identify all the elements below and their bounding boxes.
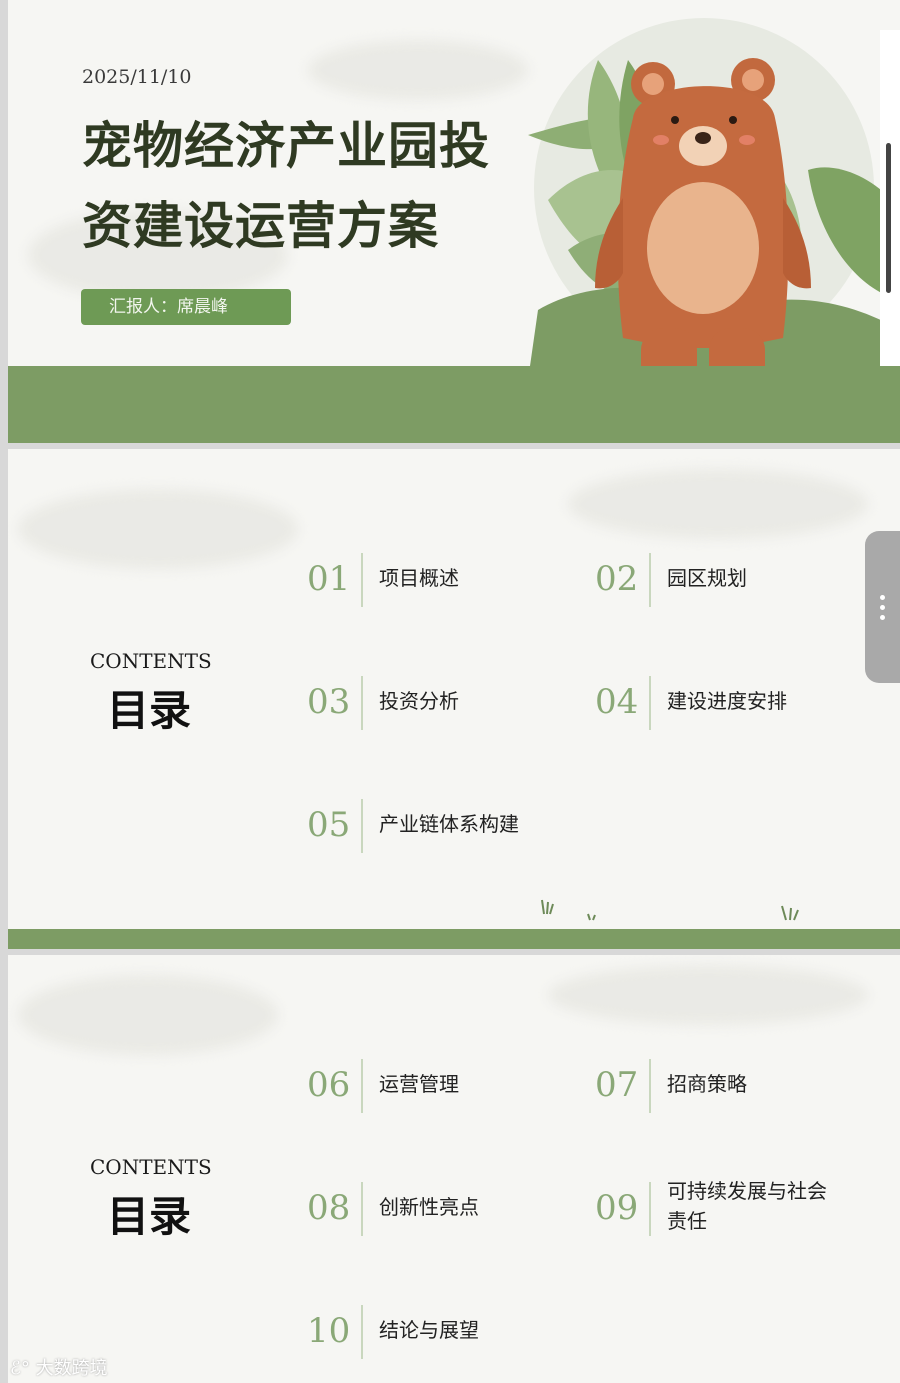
divider <box>361 676 363 730</box>
contents-label: CONTENTS <box>90 649 212 673</box>
toc-item-number: 08 <box>307 1188 351 1228</box>
contents-label: CONTENTS <box>90 1155 212 1179</box>
watermark-text: 大数跨境 <box>35 1358 108 1379</box>
toc-item-label: 园区规划 <box>667 566 747 590</box>
watermark: ℰ° 大数跨境 <box>10 1354 108 1380</box>
toc-item-label: 项目概述 <box>379 566 459 590</box>
toc-item-number: 02 <box>595 559 639 599</box>
green-ground-band <box>8 929 900 949</box>
toc-item-number: 06 <box>307 1065 351 1105</box>
mist-decoration <box>568 469 868 539</box>
more-vertical-icon[interactable] <box>865 531 900 683</box>
divider <box>649 553 651 607</box>
bear-illustration <box>595 58 811 403</box>
toc-slide-2: CONTENTS 目录 06 运营管理 07 招商策略 08 创新性亮点 09 … <box>8 955 900 1383</box>
green-ground-band <box>8 366 900 443</box>
title-line-1: 宠物经济产业园投 <box>82 117 490 175</box>
grass-tuft-icon <box>541 899 799 921</box>
toc-item-label: 产业链体系构建 <box>379 812 519 836</box>
toc-item-number: 10 <box>307 1311 351 1351</box>
toc-item-label: 建设进度安排 <box>667 689 787 713</box>
toc-item-label: 投资分析 <box>379 689 459 713</box>
divider <box>361 1059 363 1113</box>
divider <box>649 1182 651 1236</box>
toc-item-label: 结论与展望 <box>379 1318 479 1342</box>
divider <box>649 676 651 730</box>
scrollbar-thumb[interactable] <box>886 143 891 293</box>
mist-decoration <box>18 975 278 1055</box>
brand-logo-icon: ℰ° <box>10 1358 30 1379</box>
toc-item-number: 03 <box>307 682 351 722</box>
toc-item-label: 运营管理 <box>379 1072 459 1096</box>
reporter-badge: 汇报人：席晨峰 <box>81 289 291 325</box>
mist-decoration <box>548 965 868 1025</box>
toc-heading: 目录 <box>107 686 192 735</box>
divider <box>361 1182 363 1236</box>
divider <box>361 553 363 607</box>
toc-item-number: 05 <box>307 805 351 845</box>
presentation-date: 2025/11/10 <box>82 66 192 88</box>
divider <box>361 799 363 853</box>
toc-item-label: 创新性亮点 <box>379 1195 479 1219</box>
toc-item-label: 可持续发展与社会责任 <box>667 1179 827 1233</box>
toc-slide-1: CONTENTS 目录 01 项目概述 02 园区规划 03 投资分析 04 建… <box>8 449 900 949</box>
toc-item-number: 01 <box>307 559 351 599</box>
toc-item-number: 07 <box>595 1065 639 1105</box>
mist-decoration <box>308 40 528 100</box>
toc-item-number: 04 <box>595 682 639 722</box>
divider <box>649 1059 651 1113</box>
mist-decoration <box>18 489 298 569</box>
toc-heading: 目录 <box>107 1192 192 1241</box>
divider <box>361 1305 363 1359</box>
title-line-2: 资建设运营方案 <box>82 197 439 255</box>
toc-item-label: 招商策略 <box>667 1072 747 1096</box>
cover-slide: 2025/11/10 宠物经济产业园投 资建设运营方案 汇报人：席晨峰 <box>8 0 900 443</box>
toc-item-number: 09 <box>595 1188 639 1228</box>
